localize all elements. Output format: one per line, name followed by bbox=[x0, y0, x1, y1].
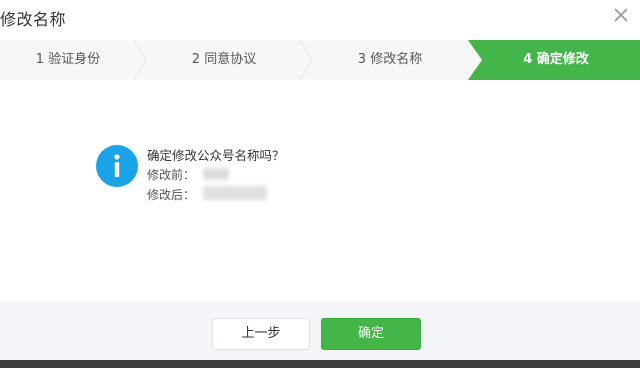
dialog-header: 修改名称 bbox=[0, 0, 640, 34]
step-3: 3 修改名称 bbox=[357, 52, 423, 67]
dialog-body bbox=[0, 80, 640, 302]
dialog-title: 修改名称 bbox=[0, 10, 67, 29]
redacted-old-name bbox=[203, 168, 229, 180]
step-separator bbox=[134, 40, 147, 80]
window-bottom-edge bbox=[0, 360, 640, 368]
step-1: 1 验证身份 bbox=[35, 52, 101, 67]
dialog-footer bbox=[0, 302, 640, 360]
step-separator bbox=[300, 40, 313, 80]
after-label: 修改后： bbox=[147, 188, 196, 202]
confirm-button[interactable]: 确定 bbox=[321, 318, 421, 350]
step-4: 4 确定修改 bbox=[523, 52, 589, 67]
previous-step-button[interactable]: 上一步 bbox=[212, 318, 310, 350]
before-label: 修改前： bbox=[147, 168, 196, 182]
step-progress: 1 验证身份 2 同意协议 3 修改名称 4 确定修改 bbox=[0, 40, 640, 81]
step-2: 2 同意协议 bbox=[191, 52, 257, 67]
rename-dialog: 修改名称 1 验证身份 2 同意协议 3 修改名称 4 确定修改 确定修改公众号… bbox=[0, 0, 640, 368]
close-icon[interactable] bbox=[612, 6, 630, 24]
confirm-question: 确定修改公众号名称吗？ bbox=[147, 148, 285, 163]
info-icon bbox=[96, 145, 138, 187]
redacted-new-name bbox=[203, 186, 267, 200]
